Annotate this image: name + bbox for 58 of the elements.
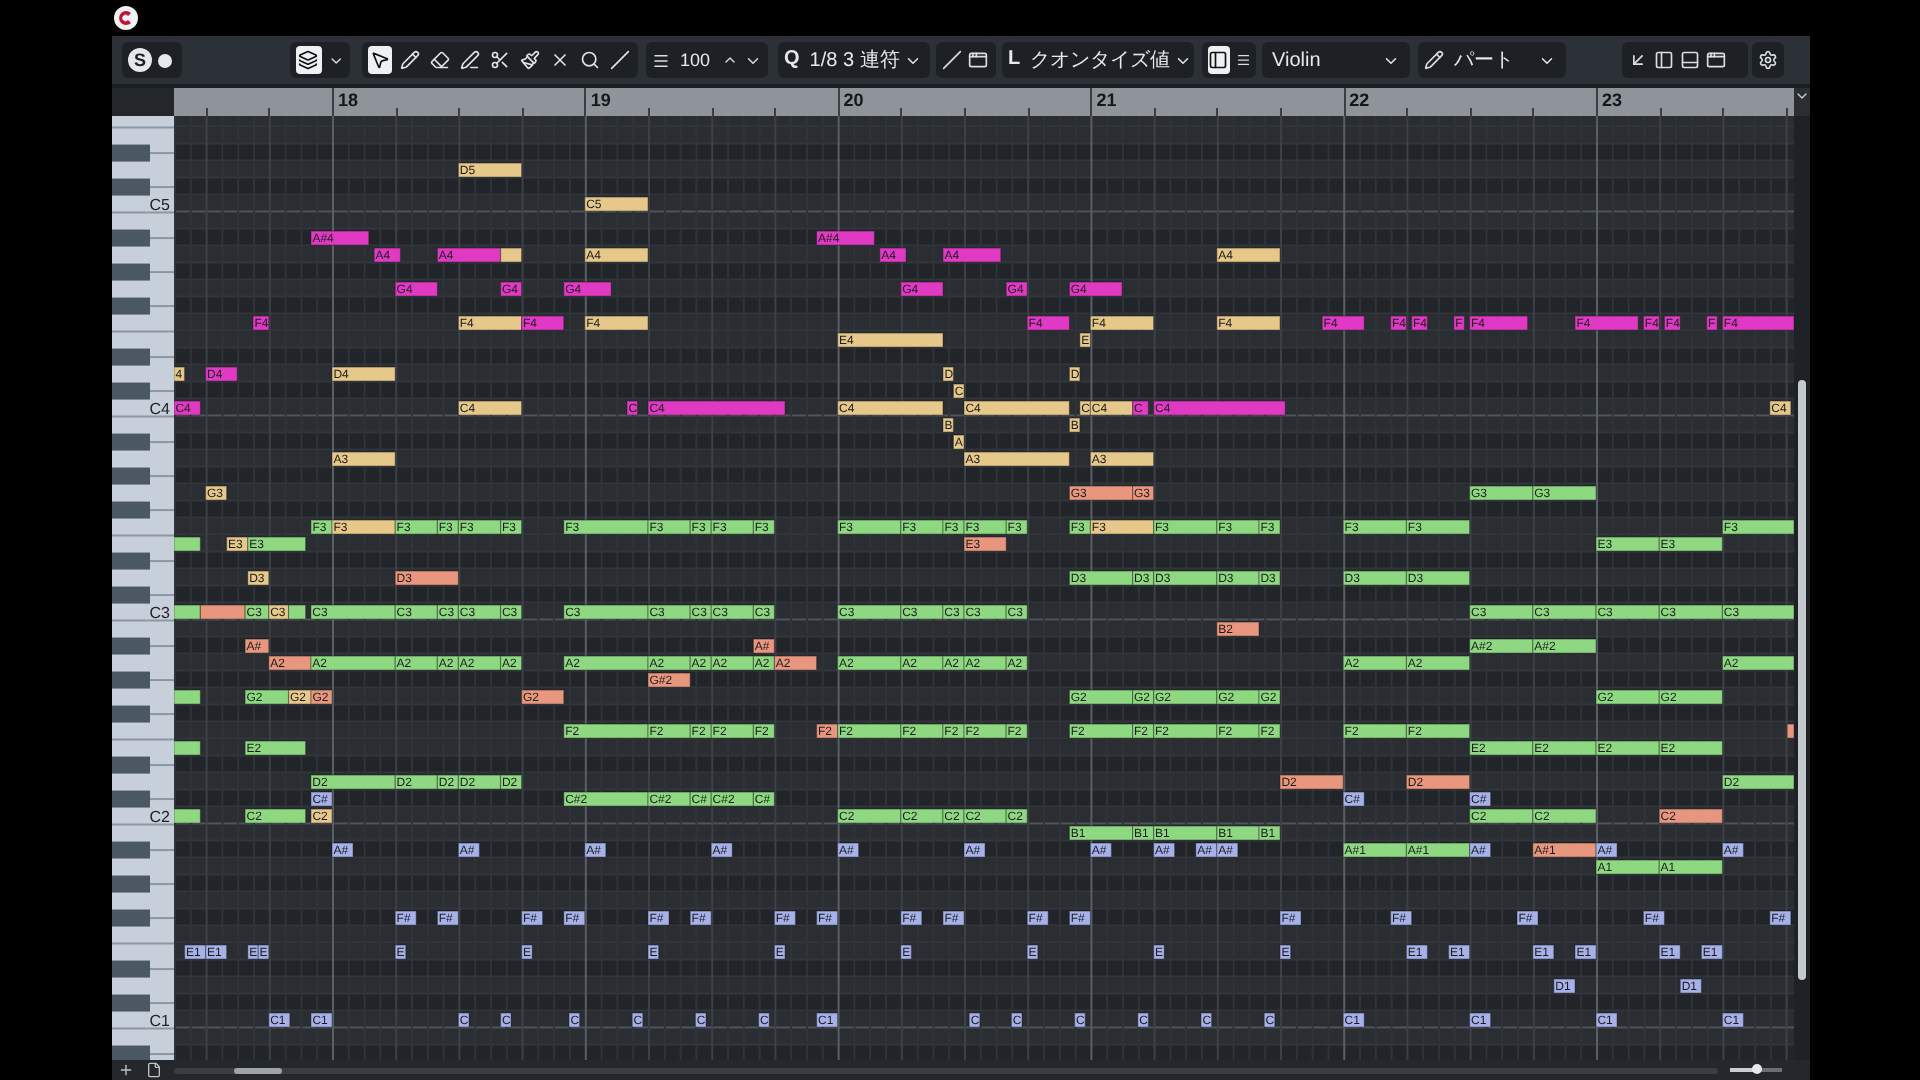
settings-icon[interactable] — [1758, 50, 1778, 70]
quantize-dropdown[interactable]: 1/8 3 連符 — [805, 44, 926, 76]
scissors-icon — [490, 50, 510, 70]
bar-number: 22 — [1349, 90, 1370, 110]
velocity-insert-button[interactable] — [296, 46, 322, 74]
page-icon[interactable] — [146, 1062, 162, 1078]
spinner-icon[interactable] — [722, 52, 738, 68]
window-icon[interactable] — [1706, 50, 1726, 70]
quantize-letter: Q — [784, 50, 800, 70]
bottom-panel-icon[interactable] — [1680, 50, 1700, 70]
caret-icon[interactable] — [1794, 88, 1810, 104]
octave-label: C3 — [149, 605, 170, 622]
brush-icon — [520, 50, 540, 70]
arrow-icon[interactable] — [1628, 50, 1648, 70]
solo-button[interactable]: S — [128, 48, 152, 72]
octave-label: C1 — [149, 1013, 170, 1030]
brush-tool-button[interactable] — [518, 46, 542, 74]
layers-icon — [298, 50, 319, 70]
pointer-tool-button[interactable] — [368, 46, 392, 74]
octave-label: C2 — [149, 809, 170, 826]
record-dot-icon[interactable] — [158, 53, 172, 67]
pointer-icon — [370, 50, 390, 70]
pen-icon — [460, 50, 480, 70]
bar-number: 20 — [843, 90, 864, 110]
search-icon — [580, 50, 600, 70]
pencil-icon — [400, 50, 420, 70]
midi-note[interactable] — [199, 604, 246, 620]
search-tool-button[interactable] — [578, 46, 602, 74]
bar-number: 21 — [1096, 90, 1117, 110]
bar-number: 19 — [590, 90, 611, 110]
scrollbar-thumb[interactable] — [1798, 380, 1806, 980]
piano-keyboard[interactable]: C5 C4 C3 C2 C1 — [112, 116, 174, 1060]
length-letter: L — [1008, 50, 1021, 70]
left-panel-icon[interactable] — [1654, 50, 1674, 70]
eraser-tool-button[interactable] — [428, 46, 452, 74]
x-icon — [550, 50, 570, 70]
app-logo-icon — [114, 6, 138, 30]
bar-number: 23 — [1602, 90, 1623, 110]
octave-label: C4 — [149, 401, 170, 418]
panel-icon — [1208, 50, 1229, 70]
piano-roll-button[interactable] — [1208, 46, 1229, 74]
midi-note[interactable] — [500, 247, 523, 263]
pen-tool-button[interactable] — [458, 46, 482, 74]
bar-ruler[interactable]: 18 19 20 21 22 23 — [174, 88, 1794, 116]
scrollbar-thumb[interactable] — [234, 1067, 282, 1073]
midi-note[interactable] — [287, 604, 307, 620]
bar-number: 18 — [338, 90, 359, 110]
pencil-icon — [1424, 50, 1444, 70]
list-icon[interactable] — [1235, 50, 1250, 70]
octave-label: C5 — [149, 197, 170, 214]
plus-icon[interactable] — [118, 1062, 134, 1078]
eraser-icon — [430, 50, 450, 70]
slider-thumb[interactable] — [1752, 1064, 1762, 1074]
length-quantize-dropdown[interactable]: クオンタイズ値 — [1026, 44, 1197, 76]
pencil-tool-button[interactable] — [398, 46, 422, 74]
line-icon — [610, 50, 630, 70]
scissors-tool-button[interactable] — [488, 46, 512, 74]
line-tool-button[interactable] — [608, 46, 632, 74]
